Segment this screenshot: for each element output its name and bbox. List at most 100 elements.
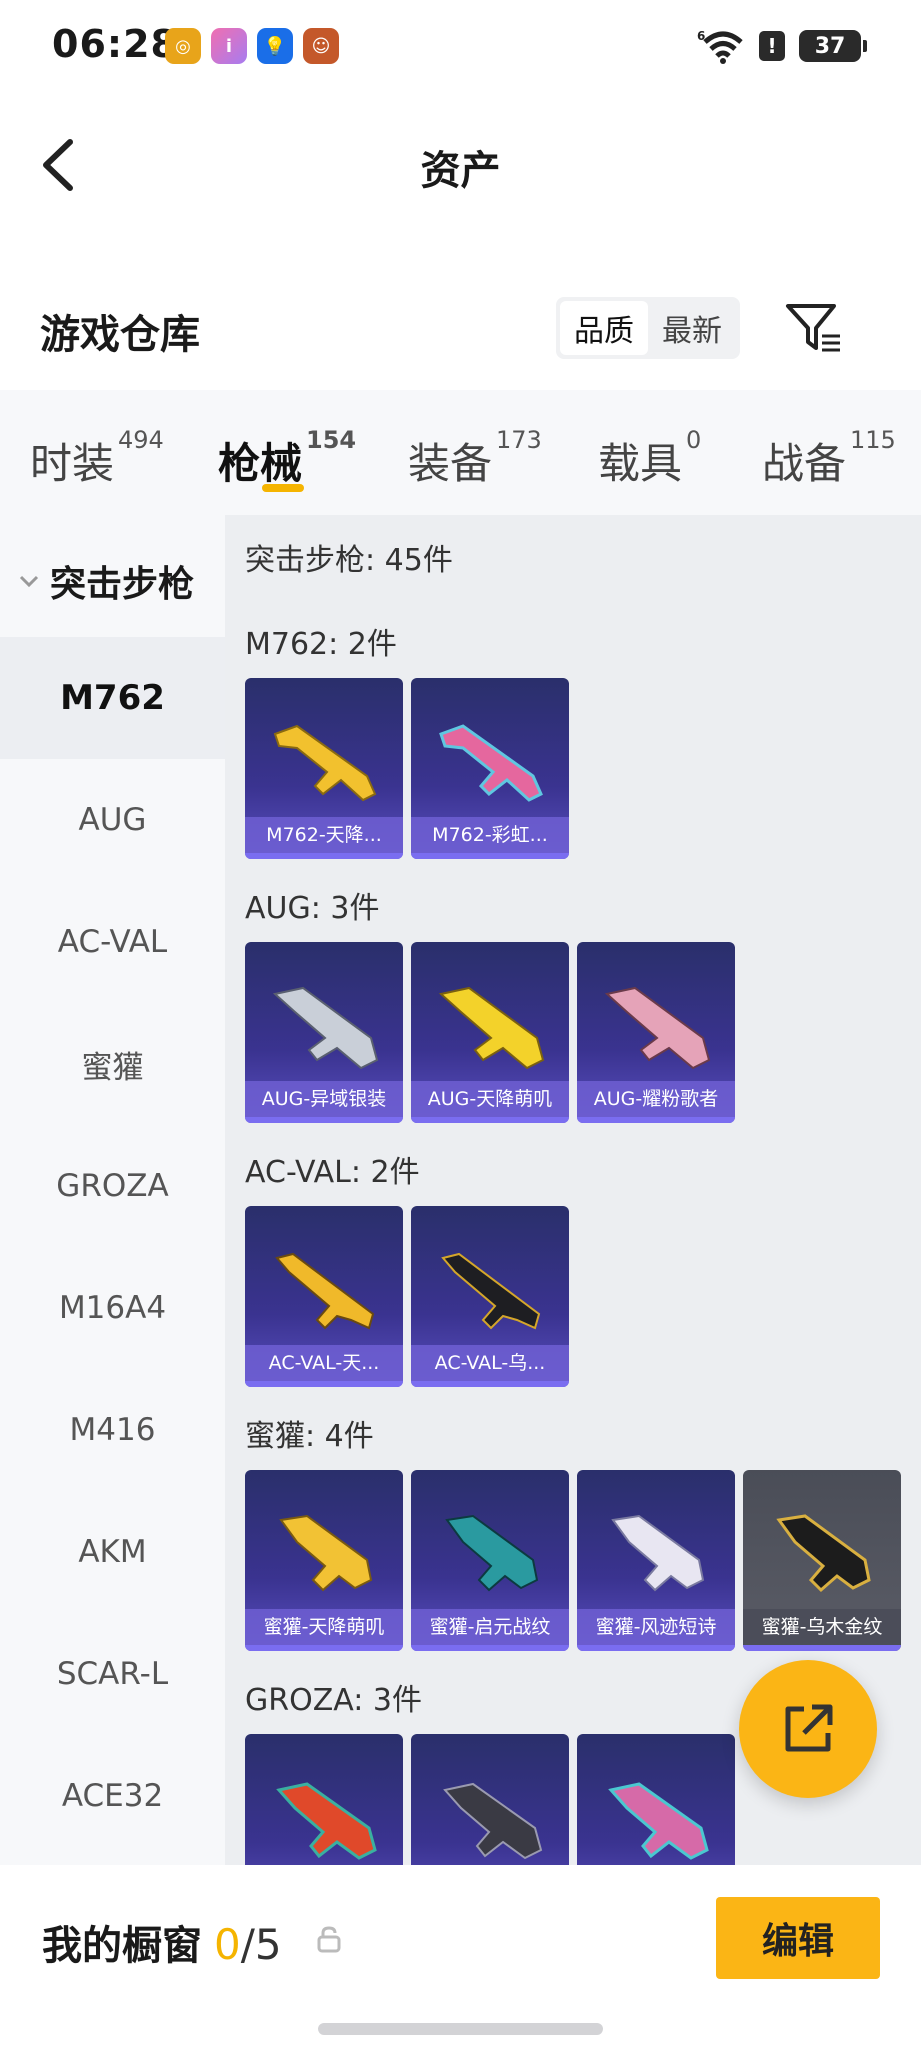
group-title: AUG: 3件 bbox=[245, 891, 380, 926]
home-indicator[interactable] bbox=[318, 2023, 603, 2035]
rifle-icon bbox=[776, 1514, 871, 1593]
tab-firearms[interactable]: 枪械 154 bbox=[218, 426, 356, 491]
alert-icon: ! bbox=[759, 31, 785, 61]
notification-icons: ◎ i 💡 ☺ bbox=[165, 28, 339, 64]
rifle-icon bbox=[273, 724, 377, 802]
sidebar-item-aug[interactable]: AUG bbox=[0, 759, 225, 881]
rifle-icon bbox=[445, 1514, 539, 1592]
tab-count: 173 bbox=[496, 426, 542, 454]
rifle-icon bbox=[443, 1782, 543, 1860]
sidebar-item-akm[interactable]: AKM bbox=[0, 1491, 225, 1613]
system-icons: 6 ! 37 bbox=[697, 28, 867, 64]
sidebar-item-groza[interactable]: GROZA bbox=[0, 1125, 225, 1247]
bulb-app-icon: 💡 bbox=[257, 28, 293, 64]
card-bar bbox=[245, 1381, 403, 1387]
skin-name: 蜜獾-风迹短诗 bbox=[577, 1609, 735, 1645]
skin-card[interactable]: AC-VAL-天... bbox=[245, 1206, 403, 1387]
external-link-icon bbox=[785, 1704, 833, 1752]
card-bar bbox=[577, 1117, 735, 1123]
skin-name: AUG-天降萌叽 bbox=[411, 1081, 569, 1117]
rifle-icon bbox=[604, 986, 711, 1070]
skin-card[interactable]: 蜜獾-天降萌叽 bbox=[245, 1470, 403, 1651]
skin-card[interactable]: AUG-耀粉歌者 bbox=[577, 942, 735, 1123]
sidebar-item-m416[interactable]: M416 bbox=[0, 1369, 225, 1491]
weapon-sidebar: 突击步枪 M762 AUG AC-VAL 蜜獾 GROZA M16A4 M416… bbox=[0, 515, 225, 1865]
group-title: AC-VAL: 2件 bbox=[245, 1155, 420, 1190]
tab-count: 494 bbox=[118, 426, 164, 454]
skin-card[interactable]: 蜜獾-乌木金纹 bbox=[743, 1470, 901, 1651]
showcase-current-count: 0 bbox=[214, 1920, 241, 1969]
sidebar-item-scar-l[interactable]: SCAR-L bbox=[0, 1613, 225, 1735]
showcase-info: 我的橱窗 0/5 bbox=[42, 1913, 282, 1971]
rifle-icon bbox=[438, 986, 545, 1070]
skin-name: AC-VAL-天... bbox=[245, 1345, 403, 1381]
wifi-6-icon: 6 bbox=[697, 29, 743, 64]
group-title: M762: 2件 bbox=[245, 627, 397, 662]
sidebar-category-label: 突击步枪 bbox=[50, 564, 195, 605]
sidebar-item-m762[interactable]: M762 bbox=[0, 637, 225, 759]
showcase-max-count: /5 bbox=[240, 1920, 282, 1969]
share-button[interactable] bbox=[739, 1660, 877, 1798]
sidebar-item-ac-val[interactable]: AC-VAL bbox=[0, 881, 225, 1003]
rifle-icon bbox=[275, 1252, 375, 1330]
sidebar-category[interactable]: 突击步枪 bbox=[18, 555, 194, 607]
sort-quality-option[interactable]: 品质 bbox=[560, 301, 648, 355]
skin-card[interactable]: AUG-天降萌叽 bbox=[411, 942, 569, 1123]
skin-name: 蜜獾-天降萌叽 bbox=[245, 1609, 403, 1645]
rifle-icon bbox=[441, 1252, 541, 1330]
skin-name: M762-天降... bbox=[245, 817, 403, 853]
tab-equipment[interactable]: 装备 173 bbox=[408, 426, 542, 491]
lock-icon bbox=[317, 1926, 341, 1953]
skin-card[interactable]: AC-VAL-乌... bbox=[411, 1206, 569, 1387]
active-tab-indicator bbox=[262, 484, 304, 492]
skin-card[interactable] bbox=[411, 1734, 569, 1865]
battery-icon: 37 bbox=[799, 30, 867, 62]
tab-count: 154 bbox=[306, 426, 357, 454]
skin-card[interactable]: M762-彩虹... bbox=[411, 678, 569, 859]
skin-name: AC-VAL-乌... bbox=[411, 1345, 569, 1381]
target-app-icon: ◎ bbox=[165, 28, 201, 64]
filter-icon[interactable] bbox=[784, 300, 842, 354]
tab-label: 载具 bbox=[598, 439, 683, 488]
page-title: 资产 bbox=[420, 148, 501, 194]
sidebar-item-ace32[interactable]: ACE32 bbox=[0, 1735, 225, 1857]
showcase-label: 我的橱窗 bbox=[42, 1923, 202, 1969]
sort-latest-option[interactable]: 最新 bbox=[648, 301, 736, 355]
skin-card[interactable]: 蜜獾-启元战纹 bbox=[411, 1470, 569, 1651]
game-app-icon: ☺ bbox=[303, 28, 339, 64]
tab-vehicles[interactable]: 载具 0 bbox=[598, 426, 701, 491]
skin-card[interactable]: 蜜獾-风迹短诗 bbox=[577, 1470, 735, 1651]
edit-button[interactable]: 编辑 bbox=[716, 1897, 880, 1979]
skin-card[interactable]: AUG-异域银装 bbox=[245, 942, 403, 1123]
svg-text:6: 6 bbox=[697, 29, 705, 43]
skin-name: 蜜獾-启元战纹 bbox=[411, 1609, 569, 1645]
skin-card[interactable] bbox=[577, 1734, 735, 1865]
tab-fashion[interactable]: 时装 494 bbox=[30, 426, 164, 491]
skin-name: 蜜獾-乌木金纹 bbox=[743, 1609, 901, 1645]
status-time: 06:28 bbox=[52, 22, 178, 66]
card-bar bbox=[743, 1645, 901, 1651]
rifle-icon bbox=[611, 1514, 705, 1592]
tab-label: 枪械 bbox=[218, 439, 303, 488]
skin-name: AUG-耀粉歌者 bbox=[577, 1081, 735, 1117]
rifle-icon bbox=[272, 986, 379, 1070]
category-tabs: 时装 494 枪械 154 装备 173 载具 0 战备 115 bbox=[0, 390, 921, 515]
sidebar-item-m16a4[interactable]: M16A4 bbox=[0, 1247, 225, 1369]
group-title: 蜜獾: 4件 bbox=[245, 1419, 374, 1454]
card-bar bbox=[411, 1645, 569, 1651]
tab-count: 115 bbox=[850, 426, 896, 454]
tab-gear[interactable]: 战备 115 bbox=[762, 426, 896, 491]
card-bar bbox=[245, 853, 403, 859]
rifle-icon bbox=[608, 1782, 709, 1860]
chevron-down-icon bbox=[19, 575, 39, 588]
card-bar bbox=[411, 853, 569, 859]
skin-card[interactable]: M762-天降... bbox=[245, 678, 403, 859]
skin-name: M762-彩虹... bbox=[411, 817, 569, 853]
card-bar bbox=[245, 1117, 403, 1123]
card-bar bbox=[245, 1645, 403, 1651]
sort-toggle: 品质 最新 bbox=[556, 297, 740, 359]
card-bar bbox=[411, 1117, 569, 1123]
skin-card[interactable] bbox=[245, 1734, 403, 1865]
sidebar-item-honey-badger[interactable]: 蜜獾 bbox=[0, 1003, 225, 1125]
category-count: 突击步枪: 45件 bbox=[245, 543, 453, 578]
